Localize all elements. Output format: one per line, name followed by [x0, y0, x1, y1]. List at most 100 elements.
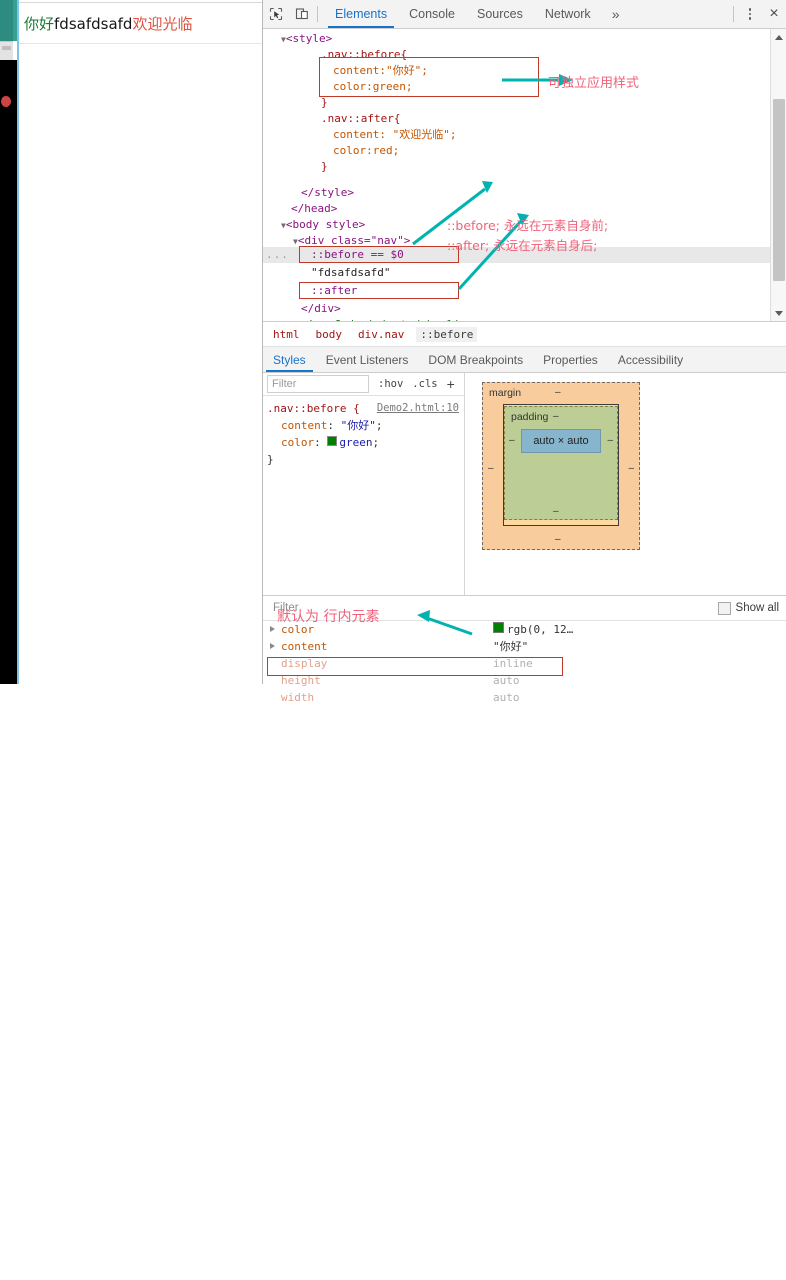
scroll-up-arrow-icon[interactable]	[771, 29, 786, 45]
dom-line-style-open[interactable]: ▼<style>	[281, 31, 332, 48]
nav-content-text: fdsafdsafd	[54, 15, 133, 33]
node-ellipsis[interactable]: ...	[266, 247, 289, 263]
computed-row-display[interactable]: display inline	[263, 655, 786, 672]
dom-line-css-after-sel[interactable]: .nav::after{	[321, 111, 400, 127]
scrollbar-thumb[interactable]	[773, 99, 785, 281]
dom-line-text: <body style>	[285, 218, 366, 231]
margin-left-value[interactable]: –	[488, 463, 494, 474]
dom-line-text: color:red;	[333, 144, 400, 157]
breadcrumb-item-html[interactable]: html	[273, 328, 300, 341]
device-toolbar-icon[interactable]	[289, 1, 315, 27]
margin-bottom-value[interactable]: –	[555, 534, 561, 545]
box-model-padding-label: padding	[511, 411, 549, 423]
dom-line-css-after-content[interactable]: content: "欢迎光临";	[333, 127, 456, 143]
scroll-down-arrow-icon[interactable]	[771, 305, 786, 321]
dom-line-css-before-sel[interactable]: .nav::before{	[321, 47, 407, 63]
style-rule-selector[interactable]: .nav::before {	[267, 402, 360, 415]
dom-line-text: <div class="nav">	[297, 234, 411, 247]
dom-tree-scrollbar[interactable]	[770, 29, 786, 321]
style-rule-nav-before: Demo2.html:10 .nav::before { content: "你好…	[263, 396, 464, 468]
tab-styles[interactable]: Styles	[263, 348, 316, 372]
dom-line-text: </head>	[291, 202, 338, 215]
box-model-diagram: margin – – – – border – – – – padd	[482, 382, 640, 550]
breadcrumb-item-div-nav[interactable]: div.nav	[358, 328, 404, 341]
hov-toggle-button[interactable]: :hov	[378, 378, 403, 390]
browser-page-pane: 你好fdsafdsafd欢迎光临	[0, 0, 263, 684]
dom-line-css-before-color[interactable]: color:green;	[333, 79, 412, 95]
computed-row-width[interactable]: width auto	[263, 689, 786, 706]
padding-bottom-value[interactable]: –	[553, 506, 559, 517]
padding-left-value[interactable]: –	[509, 435, 515, 446]
margin-top-value[interactable]: –	[555, 387, 561, 398]
new-style-rule-button[interactable]: +	[447, 377, 455, 391]
dom-line-textnode[interactable]: "fdsafdsafd"	[311, 265, 390, 281]
style-prop-name: color	[281, 436, 315, 449]
padding-top-value[interactable]: –	[553, 411, 559, 422]
style-declaration-color[interactable]: color: green;	[267, 434, 464, 451]
dom-line-css-after-color[interactable]: color:red;	[333, 143, 399, 159]
dom-line-text: }	[321, 96, 328, 109]
dom-line-style-close[interactable]: </style>	[301, 185, 354, 201]
breadcrumb-item-body[interactable]: body	[316, 328, 343, 341]
dom-line-comment[interactable]: <!-- Code injected by live-server -->	[301, 317, 546, 321]
dom-line-text: color:green;	[333, 80, 413, 93]
computed-rows: color rgb(0, 12… content "你好" display in…	[263, 621, 786, 706]
computed-styles-pane: Filter Show all color rgb(0, 12… content…	[263, 596, 786, 1280]
padding-right-value[interactable]: –	[607, 435, 613, 446]
close-icon[interactable]: ×	[761, 3, 786, 25]
styles-pane: Filter :hov .cls + Demo2.html:10 .nav::be…	[263, 373, 465, 595]
dom-line-text: content: "欢迎光临";	[333, 128, 457, 141]
window-edge-strip	[0, 0, 13, 41]
toolbar-right-group: ×	[728, 3, 786, 25]
tab-accessibility[interactable]: Accessibility	[608, 348, 693, 372]
dom-line-text: .nav::after{	[321, 112, 401, 125]
dom-line-css-before-content[interactable]: content:"你好";	[333, 63, 428, 79]
styles-filter-input[interactable]: Filter	[267, 375, 369, 393]
computed-prop-value: inline	[493, 657, 533, 670]
dom-line-after[interactable]: ::after	[311, 283, 357, 299]
dom-line-css-after-close[interactable]: }	[321, 159, 328, 175]
tab-properties[interactable]: Properties	[533, 348, 608, 372]
breadcrumb-item-before[interactable]: ::before	[416, 326, 478, 342]
tab-dom-breakpoints[interactable]: DOM Breakpoints	[418, 348, 533, 372]
annotation-text-independent-style: 可独立应用样式	[548, 76, 640, 91]
tab-sources[interactable]: Sources	[466, 1, 534, 28]
tab-event-listeners[interactable]: Event Listeners	[316, 348, 419, 372]
tab-elements[interactable]: Elements	[324, 1, 398, 28]
show-all-toggle[interactable]: Show all	[717, 601, 779, 615]
dom-line-body[interactable]: ▼<body style>	[281, 217, 365, 234]
kebab-menu-icon[interactable]	[739, 3, 761, 25]
dom-line-text: ::before == $0	[311, 248, 404, 261]
styles-and-metrics-row: Filter :hov .cls + Demo2.html:10 .nav::be…	[263, 373, 786, 596]
screenshot-root: 你好fdsafdsafd欢迎光临 Elements Console Source…	[0, 0, 786, 1280]
inspect-cursor-icon[interactable]	[263, 1, 289, 27]
box-model-margin-label: margin	[489, 387, 522, 399]
color-swatch-icon[interactable]	[327, 436, 338, 446]
box-model-content[interactable]: auto × auto	[521, 429, 601, 453]
dom-line-before[interactable]: ::before == $0	[311, 247, 404, 263]
style-rule-source-link[interactable]: Demo2.html:10	[377, 400, 459, 417]
tab-network[interactable]: Network	[534, 1, 602, 28]
computed-row-content[interactable]: content "你好"	[263, 638, 786, 655]
cls-toggle-button[interactable]: .cls	[412, 378, 437, 390]
margin-right-value[interactable]: –	[628, 463, 634, 474]
toolbar-separator-right	[733, 6, 734, 22]
expand-triangle-icon[interactable]	[270, 626, 275, 632]
show-all-checkbox[interactable]	[717, 601, 731, 615]
tab-console[interactable]: Console	[398, 1, 466, 28]
page-top-rule	[19, 2, 262, 3]
dom-line-text: </div>	[301, 302, 341, 315]
style-prop-name: content	[281, 419, 328, 432]
style-declaration-content[interactable]: content: "你好";	[267, 417, 464, 434]
box-model-padding[interactable]: padding – – – – auto × auto	[504, 406, 618, 520]
dom-line-head-close[interactable]: </head>	[291, 201, 337, 217]
dom-line-css-before-close[interactable]: }	[321, 95, 328, 111]
expand-triangle-icon[interactable]	[270, 643, 275, 649]
dom-line-div-close[interactable]: </div>	[301, 301, 341, 317]
background-black-area	[0, 60, 17, 684]
style-rule-close-brace: }	[267, 453, 274, 466]
computed-row-height[interactable]: height auto	[263, 672, 786, 689]
breadcrumb: html body div.nav ::before	[263, 322, 786, 347]
more-tabs-chevron-icon[interactable]: »	[602, 1, 630, 28]
mini-scrollbar-fragment[interactable]	[0, 41, 13, 61]
